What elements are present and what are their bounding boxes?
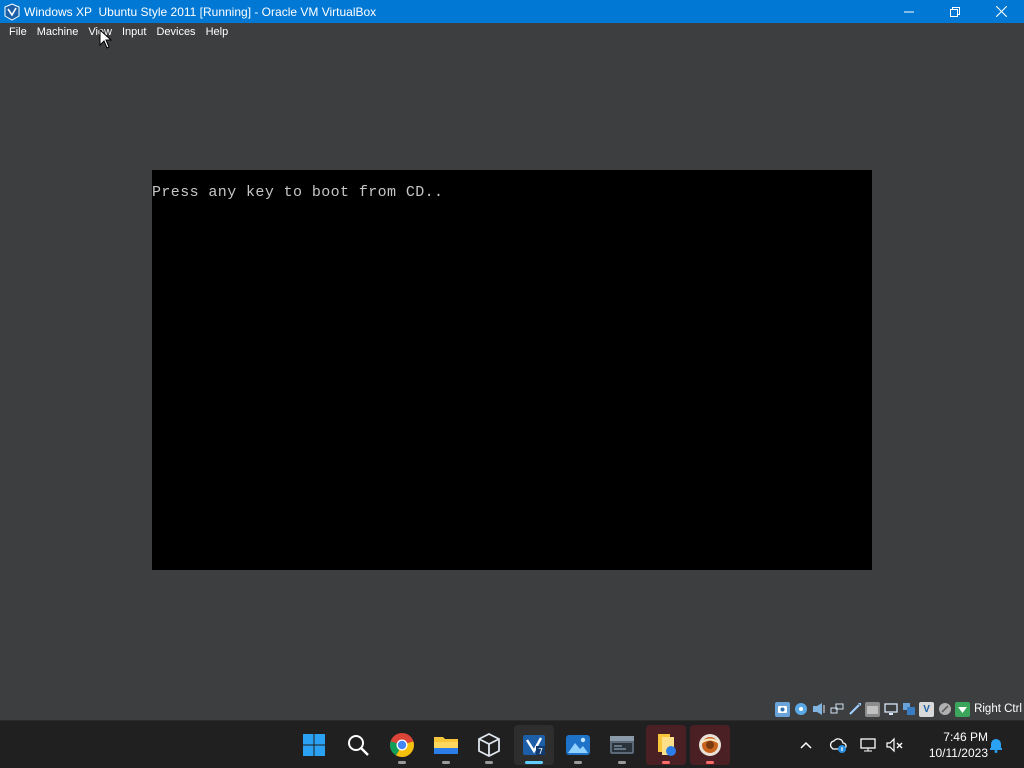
audio-icon[interactable] — [811, 702, 826, 717]
running-indicator — [398, 761, 406, 764]
usb-icon[interactable] — [847, 702, 862, 717]
minimize-button[interactable] — [886, 0, 932, 23]
active-indicator — [525, 761, 543, 764]
taskbar-virtualbox[interactable] — [469, 725, 509, 765]
notification-bell-icon — [990, 739, 1002, 753]
running-indicator — [574, 761, 582, 764]
search-button[interactable] — [338, 725, 378, 765]
running-indicator — [442, 761, 450, 764]
network-tray[interactable] — [858, 734, 880, 756]
close-button[interactable] — [978, 0, 1024, 23]
optical-drive-icon[interactable] — [793, 702, 808, 717]
show-hidden-icons-button[interactable] — [795, 734, 817, 756]
window-titlebar[interactable]: Windows XP Ubuntu Style 2011 [Running] -… — [0, 0, 1024, 23]
network-icon[interactable] — [829, 702, 844, 717]
onedrive-tray[interactable] — [827, 734, 849, 756]
window-title: Windows XP Ubuntu Style 2011 [Running] -… — [24, 4, 377, 19]
show-hidden-icons-icon — [800, 741, 812, 749]
taskbar-chrome[interactable] — [382, 725, 422, 765]
maximize-button[interactable] — [932, 0, 978, 23]
clock-time: 7:46 PM — [943, 730, 988, 744]
system-clock[interactable]: 7:46 PM 10/11/2023 — [912, 729, 988, 761]
network-icon — [860, 738, 876, 752]
menu-file[interactable]: File — [4, 23, 32, 42]
photos-icon — [566, 735, 590, 755]
running-indicator — [618, 761, 626, 764]
taskbar: 7 7:46 PM 10/11/2023 — [0, 720, 1024, 768]
keyboard-capture-icon[interactable] — [955, 701, 971, 717]
mouse-cursor-icon — [99, 29, 113, 49]
shared-folders-icon[interactable] — [865, 701, 881, 717]
video-capture-icon[interactable] — [901, 702, 916, 717]
vm-console-text: Press any key to boot from CD.. — [152, 184, 444, 201]
virtualization-icon[interactable]: V — [919, 701, 935, 717]
running-indicator — [485, 761, 493, 764]
display-icon[interactable] — [883, 702, 898, 717]
file-explorer-icon — [434, 737, 458, 754]
virtualbox-icon — [478, 733, 500, 757]
start-icon — [303, 734, 325, 756]
onedrive-icon — [829, 738, 847, 753]
menu-machine[interactable]: Machine — [32, 23, 84, 42]
mouse-integration-icon[interactable] — [937, 702, 952, 717]
volume-tray[interactable] — [884, 734, 906, 756]
notification-button[interactable] — [985, 734, 1007, 756]
media-player-icon — [699, 734, 721, 756]
close-icon — [995, 6, 1007, 17]
alert-indicator — [706, 761, 714, 764]
taskbar-media-player[interactable] — [690, 725, 730, 765]
host-key-label: Right Ctrl — [974, 703, 1022, 715]
start-button[interactable] — [294, 725, 334, 765]
clock-date: 10/11/2023 — [928, 746, 988, 760]
virtualbox-vm-icon: 7 — [523, 735, 545, 756]
virtualbox-app-icon[interactable] — [3, 2, 21, 21]
volume-muted-icon — [886, 737, 903, 753]
minimize-icon — [904, 11, 914, 12]
file-manager-icon — [658, 734, 676, 756]
restore-icon — [950, 6, 960, 17]
terminal-icon — [610, 736, 634, 754]
vm-display[interactable]: Press any key to boot from CD.. — [152, 170, 872, 570]
svg-text:7: 7 — [538, 747, 543, 756]
taskbar-file-explorer[interactable] — [426, 725, 466, 765]
menu-devices[interactable]: Devices — [151, 23, 200, 42]
chrome-icon — [389, 733, 414, 757]
menu-bar: File Machine View Input Devices Help — [0, 23, 1024, 42]
alert-indicator — [662, 761, 670, 764]
search-icon — [348, 735, 369, 756]
menu-input[interactable]: Input — [117, 23, 151, 42]
taskbar-file-manager[interactable] — [646, 725, 686, 765]
taskbar-photos[interactable] — [558, 725, 598, 765]
taskbar-terminal[interactable] — [602, 725, 642, 765]
hard-disk-icon[interactable] — [775, 701, 791, 717]
menu-help[interactable]: Help — [201, 23, 234, 42]
taskbar-virtualbox-vm[interactable]: 7 — [514, 725, 554, 765]
vm-status-bar: V Right Ctrl — [775, 699, 1024, 719]
